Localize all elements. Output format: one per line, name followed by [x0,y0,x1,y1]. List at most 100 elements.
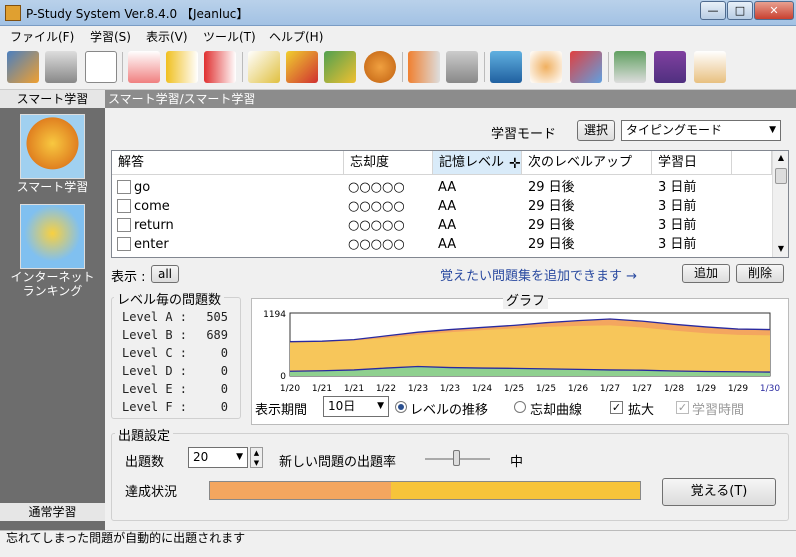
maximize-button[interactable]: □ [727,1,753,20]
help-book-icon[interactable] [654,51,686,83]
x-tick-label: 1/22 [376,384,396,394]
sidebar-item-internet-ranking[interactable]: インターネット ランキング [0,270,105,298]
pencil-book-icon[interactable] [286,51,318,83]
row-checkbox[interactable] [117,237,131,251]
row-answer: return [134,218,174,233]
row-forget: ○○○○○ [348,180,405,195]
col-next-levelup[interactable]: 次のレベルアップ [522,151,652,175]
delete-button[interactable]: 削除 [736,264,784,283]
study-time-label[interactable]: 学習時間 [692,399,744,418]
table-row[interactable]: enter ○○○○○ AA 29 日後 3 日前 [112,235,774,254]
x-tick-label: 1/24 [472,384,492,394]
red-list-icon[interactable] [204,51,236,83]
level-count: 689 [206,328,228,342]
new-rate-label: 新しい問題の出題率 [279,455,397,470]
forget-curve-label[interactable]: 忘却曲線 [530,399,582,418]
level-name: Level D : [122,364,188,378]
mode-select-button[interactable]: 選択 [577,120,615,141]
table-row[interactable]: come ○○○○○ AA 29 日後 3 日前 [112,197,774,216]
import-arrow-icon[interactable] [408,51,440,83]
level-trend-label[interactable]: レベルの推移 [410,399,488,418]
scroll-thumb[interactable] [775,168,787,184]
col-study-date[interactable]: 学習日 [652,151,732,175]
yellow-list-icon[interactable] [166,51,198,83]
resize-cursor-icon: ✛ [509,156,521,172]
mode-label: 学習モード [491,127,557,142]
level-name: Level F : [122,400,188,414]
row-date: 3 日前 [658,199,697,214]
close-button[interactable]: ✕ [754,1,794,20]
internet-ranking-icon[interactable] [20,204,85,269]
count-value: 20 [193,450,209,464]
row-checkbox[interactable] [117,199,131,213]
period-value: 10日 [328,399,356,413]
minimize-button[interactable]: — [700,1,726,20]
row-checkbox[interactable] [117,218,131,232]
zoom-checkbox[interactable]: ✓ [610,401,623,414]
x-tick-label: 1/20 [280,384,300,394]
menu-help[interactable]: ヘルプ(H) [269,28,323,45]
col-forget[interactable]: 忘却度 [344,151,433,175]
cat-glasses-icon[interactable] [530,51,562,83]
document-icon[interactable] [85,51,117,83]
col-blank [732,151,772,175]
export-icon[interactable] [446,51,478,83]
forget-curve-radio[interactable] [514,401,526,413]
level-count: 0 [220,364,228,378]
zoom-label[interactable]: 拡大 [628,399,654,418]
tools-icon[interactable] [570,51,602,83]
list-scrollbar[interactable]: ▲ ▼ [772,151,788,257]
sidebar-item-smart-study[interactable]: スマート学習 [0,180,105,194]
person-card-icon[interactable] [694,51,726,83]
menu-file[interactable]: ファイル(F) [10,28,74,45]
period-dropdown[interactable]: 10日 ▼ [323,396,389,417]
row-next: 29 日後 [528,237,575,252]
home-icon[interactable] [614,51,646,83]
mode-dropdown[interactable]: タイピングモード ▼ [621,120,781,141]
add-hint-link[interactable]: 覚えたい問題集を追加できます → [440,265,637,284]
row-checkbox[interactable] [117,180,131,194]
menu-study[interactable]: 学習(S) [90,28,131,45]
table-row[interactable]: return ○○○○○ AA 29 日後 3 日前 [112,216,774,235]
y-tick-label: 0 [280,372,286,382]
edit-paper-icon[interactable] [248,51,280,83]
level-group-title: レベル毎の問題数 [114,289,225,308]
progress-fill [210,482,391,499]
check-list-icon[interactable] [128,51,160,83]
count-spinner[interactable]: ▲ ▼ [250,447,263,468]
menu-view[interactable]: 表示(V) [146,28,188,45]
memorize-button[interactable]: 覚える(T) [662,478,776,506]
level-trend-radio[interactable] [395,401,407,413]
level-name: Level C : [122,346,188,360]
chevron-down-icon: ▼ [236,452,243,462]
row-answer: enter [134,237,169,252]
row-date: 3 日前 [658,218,697,233]
rate-slider-thumb[interactable] [453,450,460,466]
count-input[interactable]: 20 ▼ [188,447,248,468]
x-tick-label: 1/25 [504,384,524,394]
printer-icon[interactable] [45,51,77,83]
row-forget: ○○○○○ [348,199,405,214]
smart-study-cat-icon[interactable] [20,114,85,179]
row-level: AA [438,199,457,214]
study-time-checkbox[interactable]: ✓ [676,401,689,414]
add-button[interactable]: 追加 [682,264,730,283]
sidebar-normal-study[interactable]: 通常学習 [0,503,105,521]
col-answer[interactable]: 解答 [112,151,344,175]
row-answer: come [134,199,170,214]
grid-cat-icon[interactable] [7,51,39,83]
menu-tools[interactable]: ツール(T) [203,28,256,45]
headphone-cat-icon[interactable] [364,51,396,83]
x-tick-label: 1/28 [664,384,684,394]
scroll-up-icon[interactable]: ▲ [774,151,788,165]
table-row[interactable]: go ○○○○○ AA 29 日後 3 日前 [112,178,774,197]
scroll-down-icon[interactable]: ▼ [774,242,788,256]
study-books-icon[interactable] [324,51,356,83]
mode-value: タイピングモード [626,123,723,137]
question-list[interactable]: 解答 忘却度 記憶レベル 次のレベルアップ 学習日 ✛ go ○○○○○ AA … [111,150,789,258]
users-icon[interactable] [490,51,522,83]
display-all-button[interactable]: all [151,265,179,283]
status-bar: 忘れてしまった問題が自動的に出題されます [0,530,796,557]
level-count: 0 [220,400,228,414]
row-level: AA [438,237,457,252]
